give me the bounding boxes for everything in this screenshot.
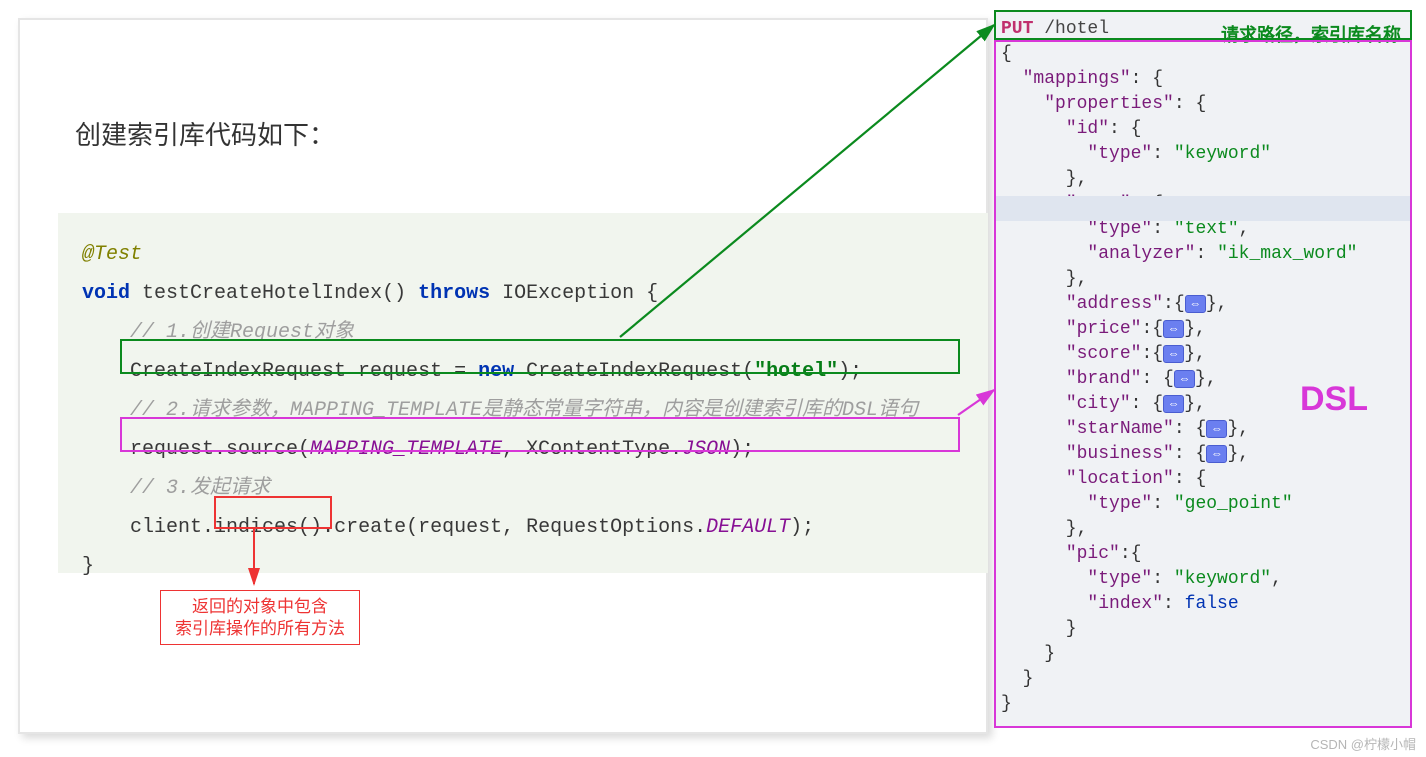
line-source-b: , XContentType. [502, 438, 682, 461]
k-starname: "starName" [1066, 419, 1174, 439]
line-create-req-c: ); [838, 360, 862, 383]
comment-3: // 3.发起请求 [130, 477, 270, 500]
line-create-req-a: CreateIndexRequest request = [130, 360, 478, 383]
header-label: 请求路径，索引库名称 [1221, 23, 1401, 48]
k-type: "type" [1087, 144, 1152, 164]
k-price: "price" [1066, 319, 1142, 339]
kw-throws: throws [418, 282, 490, 305]
v-false: false [1185, 594, 1239, 614]
k-pic: "pic" [1066, 544, 1120, 564]
k-score: "score" [1066, 344, 1142, 364]
kw-new: new [478, 360, 514, 383]
fold-icon[interactable]: ⇔ [1206, 445, 1227, 463]
fold-icon[interactable]: ⇔ [1163, 320, 1184, 338]
dsl-code: PUT /hotel { "mappings": { "properties":… [995, 11, 1411, 723]
k-location: "location" [1066, 469, 1174, 489]
fold-icon[interactable]: ⇔ [1163, 345, 1184, 363]
v-geopoint: "geo_point" [1174, 494, 1293, 514]
current-line-highlight [994, 196, 1412, 221]
fold-icon[interactable]: ⇔ [1163, 395, 1184, 413]
comment-2: // 2.请求参数，MAPPING_TEMPLATE是静态常量字符串，内容是创建… [130, 399, 918, 422]
page-root: 创建索引库代码如下： @Test void testCreateHotelInd… [0, 0, 1426, 757]
java-code-block: @Test void testCreateHotelIndex() throws… [58, 213, 988, 573]
left-panel: 创建索引库代码如下： @Test void testCreateHotelInd… [18, 18, 988, 734]
note-indices: 返回的对象中包含 索引库操作的所有方法 [160, 590, 360, 645]
close-brace: } [82, 555, 94, 578]
fold-icon[interactable]: ⇔ [1174, 370, 1195, 388]
dsl-big-label: DSL [1300, 380, 1368, 419]
exception: IOException { [502, 282, 658, 305]
k-business: "business" [1066, 444, 1174, 464]
k-brand: "brand" [1066, 369, 1142, 389]
v-keyword: "keyword" [1174, 144, 1271, 164]
mapping-template: MAPPING_TEMPLATE [310, 438, 502, 461]
line-client-a: client. [130, 516, 214, 539]
default-const: DEFAULT [706, 516, 790, 539]
k-analyzer: "analyzer" [1087, 244, 1195, 264]
line-create-req-b: CreateIndexRequest( [514, 360, 754, 383]
line-source-a: request.source( [130, 438, 310, 461]
k-address: "address" [1066, 294, 1163, 314]
v-keyword2: "keyword" [1174, 569, 1271, 589]
k-type3: "type" [1087, 494, 1152, 514]
http-method: PUT [1001, 19, 1033, 39]
k-mappings: "mappings" [1023, 69, 1131, 89]
k-properties: "properties" [1044, 94, 1174, 114]
v-ik: "ik_max_word" [1217, 244, 1357, 264]
note-line2: 索引库操作的所有方法 [161, 618, 359, 640]
k-city: "city" [1066, 394, 1131, 414]
note-line1: 返回的对象中包含 [161, 596, 359, 618]
line-client-b: .create(request, RequestOptions. [322, 516, 706, 539]
line-source-c: ); [730, 438, 754, 461]
k-index: "index" [1087, 594, 1163, 614]
kw-void: void [82, 282, 130, 305]
line-client-c: ); [790, 516, 814, 539]
json-const: JSON [682, 438, 730, 461]
section-title: 创建索引库代码如下： [75, 115, 335, 152]
http-path: /hotel [1044, 19, 1109, 39]
str-hotel: "hotel" [754, 360, 838, 383]
fold-icon[interactable]: ⇔ [1206, 420, 1227, 438]
k-type2: "type" [1087, 219, 1152, 239]
watermark: CSDN @柠檬小帽 [1310, 734, 1416, 753]
annotation: @Test [82, 243, 142, 266]
fold-icon[interactable]: ⇔ [1185, 295, 1206, 313]
dsl-panel: PUT /hotel { "mappings": { "properties":… [994, 10, 1412, 728]
k-type4: "type" [1087, 569, 1152, 589]
k-id: "id" [1066, 119, 1109, 139]
method-name: testCreateHotelIndex() [142, 282, 406, 305]
v-text: "text" [1174, 219, 1239, 239]
indices-call: indices() [214, 516, 322, 539]
comment-1: // 1.创建Request对象 [130, 321, 354, 344]
